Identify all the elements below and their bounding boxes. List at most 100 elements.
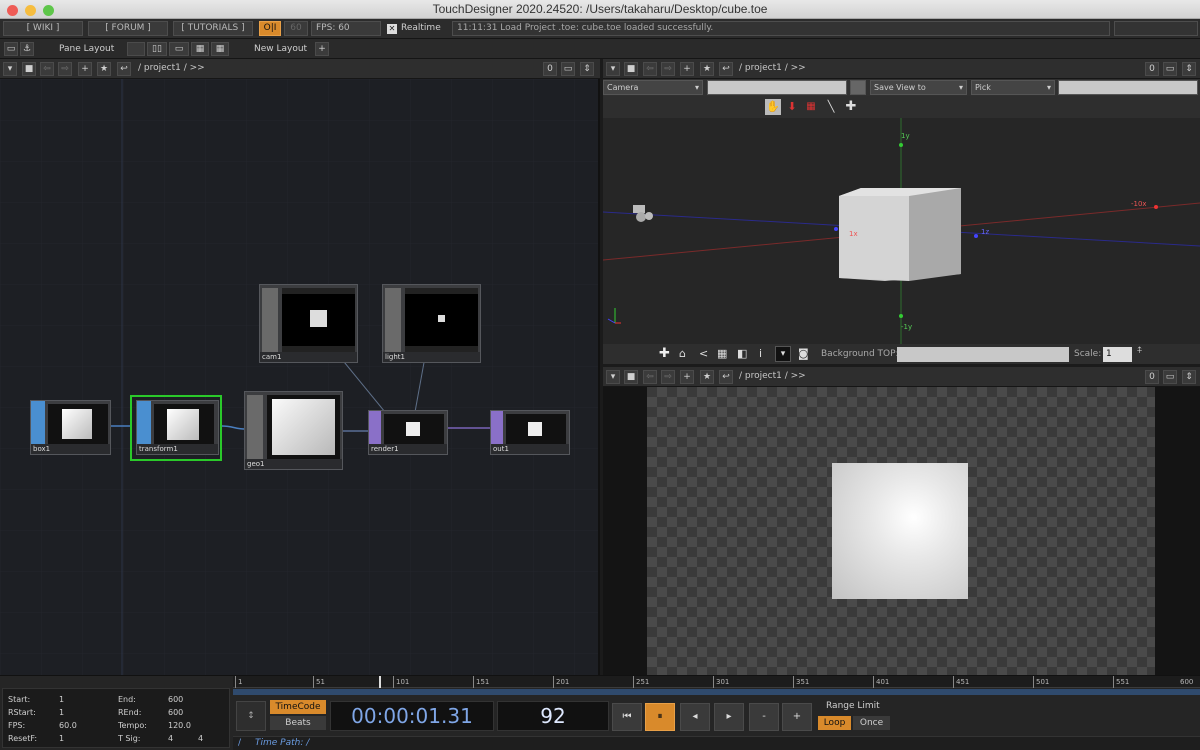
step-forward-button[interactable]: ▸ [714, 703, 744, 731]
layout-single-button[interactable] [127, 42, 145, 56]
grid-icon[interactable]: ▦ [717, 347, 727, 360]
maximize-icon[interactable]: ▭ [1163, 370, 1177, 384]
output-path[interactable]: / project1 / >> [739, 371, 806, 381]
node-cam1[interactable]: cam1 [259, 284, 358, 363]
network-path[interactable]: / project1 / >> [138, 63, 205, 73]
render-output-viewer[interactable] [603, 387, 1200, 675]
search-box[interactable] [1114, 21, 1198, 36]
back-arrow-icon[interactable]: ⇦ [643, 62, 657, 76]
loop-button[interactable]: Loop [818, 716, 851, 730]
tsig-denominator[interactable]: 4 [198, 734, 203, 743]
back-arrow-icon[interactable]: ⇦ [40, 62, 54, 76]
pick-select[interactable]: Pick ▾ [971, 80, 1055, 95]
node-out1[interactable]: out1 [490, 410, 570, 455]
node-geo1[interactable]: geo1 [244, 391, 343, 470]
frame-display[interactable]: 92 [497, 701, 609, 731]
home-cross-icon[interactable]: ✚ [843, 99, 859, 115]
perform-toggle[interactable]: O|I [259, 21, 281, 36]
stop-icon[interactable]: ■ [22, 62, 36, 76]
pane-menu-icon[interactable]: ▾ [606, 370, 620, 384]
pause-button[interactable]: ⏸ [645, 703, 675, 731]
add-icon[interactable]: + [680, 370, 694, 384]
layout-split-horizontal-button[interactable]: ▭ [169, 42, 189, 56]
node-box1[interactable]: box1 [30, 400, 111, 455]
node-render1[interactable]: render1 [368, 410, 448, 455]
realtime-checkbox[interactable]: ✕ [387, 24, 397, 34]
forward-arrow-icon[interactable]: ⇨ [661, 370, 675, 384]
grid-snap-icon[interactable]: ▦ [802, 99, 820, 115]
timecode-display[interactable]: 00:00:01.31 [330, 701, 494, 731]
split-icon[interactable]: ⇕ [1182, 62, 1196, 76]
forum-button[interactable]: [ FORUM ] [88, 21, 168, 36]
camera-select[interactable]: Camera ▾ [603, 80, 703, 95]
new-layout-button[interactable]: + [315, 42, 329, 56]
background-top-field[interactable] [897, 347, 1069, 362]
network-editor[interactable]: box1 transform1 geo1 cam1 light1 render1… [0, 79, 600, 675]
rstart-value[interactable]: 1 [59, 708, 64, 717]
camera-snapshot-icon[interactable]: ◙ [798, 347, 809, 360]
3d-viewport[interactable]: ✋ ⬇ ▦ ╲ ✚ 1y -1y 1x -10x 1z [603, 96, 1200, 344]
link-icon[interactable]: ↩ [719, 370, 733, 384]
range-bar[interactable] [233, 689, 1200, 695]
anchor-icon[interactable]: ⚓ [20, 42, 34, 56]
perspective-icon[interactable]: < [699, 347, 708, 360]
star-icon[interactable]: ★ [97, 62, 111, 76]
split-icon[interactable]: ⇕ [1182, 370, 1196, 384]
increment-button[interactable]: + [782, 703, 812, 731]
playhead[interactable] [379, 676, 381, 688]
fps-value[interactable]: 60.0 [59, 721, 77, 730]
step-back-button[interactable]: ◂ [680, 703, 710, 731]
scale-slider-icon[interactable]: ⍏ [1137, 346, 1142, 356]
link-icon[interactable]: ↩ [719, 62, 733, 76]
add-icon[interactable]: + [78, 62, 92, 76]
timeline-collapse-icon[interactable]: ↕ [236, 701, 266, 731]
node-light1[interactable]: light1 [382, 284, 481, 363]
layout-four-pane-button[interactable]: ▦ [211, 42, 229, 56]
stop-icon[interactable]: ■ [624, 370, 638, 384]
forward-arrow-icon[interactable]: ⇨ [58, 62, 72, 76]
info-icon[interactable]: i [759, 347, 762, 360]
back-arrow-icon[interactable]: ⇦ [643, 370, 657, 384]
node-transform1[interactable]: transform1 [136, 400, 219, 455]
star-icon[interactable]: ★ [700, 370, 714, 384]
beats-toggle[interactable]: Beats [270, 716, 326, 730]
fps-cap-field[interactable]: 60 [284, 21, 308, 36]
resetf-value[interactable]: 1 [59, 734, 64, 743]
measure-icon[interactable]: ╲ [823, 99, 839, 115]
forward-arrow-icon[interactable]: ⇨ [661, 62, 675, 76]
cube-icon[interactable]: ◧ [737, 347, 747, 360]
zoom-button[interactable] [43, 5, 54, 16]
split-icon[interactable]: ⇕ [580, 62, 594, 76]
wiki-button[interactable]: [ WIKI ] [3, 21, 83, 36]
hand-icon[interactable]: ✋ [765, 99, 781, 115]
end-value[interactable]: 600 [168, 695, 183, 704]
viewer-path[interactable]: / project1 / >> [739, 63, 806, 73]
pick-field[interactable] [1058, 80, 1198, 95]
scale-field[interactable]: 1 [1103, 347, 1132, 362]
layout-split-vertical-button[interactable]: ▯▯ [147, 42, 167, 56]
camera-field-menu[interactable] [850, 80, 866, 95]
rewind-button[interactable]: ⏮ [612, 703, 642, 731]
minimize-button[interactable] [25, 5, 36, 16]
rend-value[interactable]: 600 [168, 708, 183, 717]
camera-field[interactable] [707, 80, 847, 95]
maximize-icon[interactable]: ▭ [1163, 62, 1177, 76]
layout-three-pane-button[interactable]: ▦ [191, 42, 209, 56]
stop-icon[interactable]: ■ [624, 62, 638, 76]
tsig-numerator[interactable]: 4 [168, 734, 173, 743]
close-button[interactable] [7, 5, 18, 16]
timecode-toggle[interactable]: TimeCode [270, 700, 326, 714]
move-icon[interactable]: ✚ [659, 346, 670, 361]
once-button[interactable]: Once [853, 716, 890, 730]
pane-menu-icon[interactable]: ▾ [3, 62, 17, 76]
time-path[interactable]: Time Path: / [255, 738, 309, 748]
maximize-icon[interactable]: ▭ [561, 62, 575, 76]
image-icon[interactable]: ▭ [4, 42, 18, 56]
link-icon[interactable]: ↩ [117, 62, 131, 76]
decrement-button[interactable]: - [749, 703, 779, 731]
tutorials-button[interactable]: [ TUTORIALS ] [173, 21, 253, 36]
display-menu-icon[interactable]: ▾ [775, 346, 791, 362]
save-view-select[interactable]: Save View to ▾ [870, 80, 967, 95]
tempo-value[interactable]: 120.0 [168, 721, 191, 730]
add-icon[interactable]: + [680, 62, 694, 76]
